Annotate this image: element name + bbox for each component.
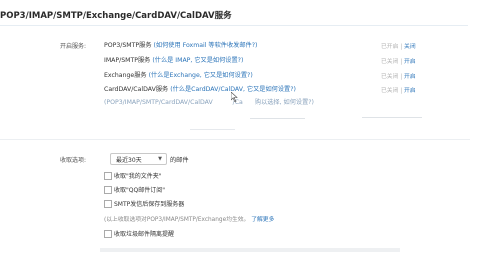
chevron-down-icon: ▼ xyxy=(158,156,162,162)
service-row-exchange: Exchange服务 (什么是Exchange, 它又是如何设置?) xyxy=(104,70,253,79)
select-suffix: 的邮件 xyxy=(170,157,189,164)
status-text: 已关闭 xyxy=(381,59,399,65)
service-row-caldav: CardDAV/CalDAV服务 (什么是CardDAV/CalDAV, 它又是… xyxy=(104,84,296,93)
status-text: 已关闭 xyxy=(381,88,399,94)
section-divider xyxy=(0,139,470,140)
partial-text: (POP3/IMAP/SMTP/CardDAV/CalDAV xyxy=(104,99,213,106)
select-value: 最近30天 xyxy=(116,157,142,164)
service-name: IMAP/SMTP服务 xyxy=(104,57,151,64)
service-status-pop3: 已开启 | 关闭 xyxy=(381,41,416,50)
service-name: POP3/SMTP服务 xyxy=(104,42,152,49)
checkbox-label: 收取"我的文件夹" xyxy=(114,173,162,180)
smudge xyxy=(250,118,305,119)
service-help-link[interactable]: (什么是Exchange, 它又是如何设置?) xyxy=(149,72,253,79)
service-partial-line: (POP3/IMAP/SMTP/CardDAV/CalDAV /Ca 购以选择,… xyxy=(104,97,314,106)
service-name: CardDAV/CalDAV服务 xyxy=(104,86,169,93)
partial-end: 购以选择, 如何设置?) xyxy=(254,99,314,106)
checkbox-label: 收取垃圾邮件隔离提醒 xyxy=(114,231,175,238)
receive-label: 收取选项: xyxy=(60,157,87,164)
toggle-link[interactable]: 开启 xyxy=(404,74,416,80)
days-select[interactable]: 最近30天 ▼ xyxy=(110,153,167,165)
service-row-pop3: POP3/SMTP服务 (如何使用 Foxmail 等软件收发邮件?) xyxy=(104,40,257,49)
learn-more-link[interactable]: 了解更多 xyxy=(251,217,274,223)
service-status-caldav: 已关闭 | 开启 xyxy=(381,85,416,94)
toggle-link[interactable]: 开启 xyxy=(404,59,416,65)
services-label: 开启服务: xyxy=(60,43,87,50)
status-text: 已关闭 xyxy=(381,74,399,80)
checkbox-my-folders[interactable] xyxy=(104,172,112,180)
service-name: Exchange服务 xyxy=(104,72,147,79)
toggle-link[interactable]: 关闭 xyxy=(404,44,416,50)
page-title: POP3/IMAP/SMTP/Exchange/CardDAV/CalDAV服务 xyxy=(0,11,232,21)
service-status-imap: 已关闭 | 开启 xyxy=(381,56,416,65)
status-separator: | xyxy=(400,88,403,94)
service-help-link[interactable]: (什么是 IMAP, 它又是如何设置?) xyxy=(152,57,243,64)
checkbox-smtp-save[interactable] xyxy=(104,200,112,208)
status-separator: | xyxy=(400,59,403,65)
mouse-cursor-icon xyxy=(231,92,238,102)
status-separator: | xyxy=(400,44,403,50)
service-help-link[interactable]: (如何使用 Foxmail 等软件收发邮件?) xyxy=(153,42,257,49)
checkbox-qq-subscription[interactable] xyxy=(104,186,112,194)
service-status-exchange: 已关闭 | 开启 xyxy=(381,71,416,80)
smudge xyxy=(362,117,422,118)
toggle-link[interactable]: 开启 xyxy=(404,88,416,94)
service-row-imap: IMAP/SMTP服务 (什么是 IMAP, 它又是如何设置?) xyxy=(104,55,243,64)
checkbox-label: 收取"QQ邮件订阅" xyxy=(114,187,165,194)
status-separator: | xyxy=(400,74,403,80)
checkbox-spam-alert[interactable] xyxy=(104,230,112,238)
title-divider xyxy=(0,25,468,26)
receive-note: (以上收取选项对POP3/IMAP/SMTP/Exchange均生效。 了解更多 xyxy=(104,214,274,223)
smudge xyxy=(190,129,235,130)
status-text: 已开启 xyxy=(381,44,399,50)
cutoff-row xyxy=(100,248,400,252)
note-text: (以上收取选项对POP3/IMAP/SMTP/Exchange均生效。 xyxy=(104,217,250,223)
checkbox-label: SMTP发信后保存到服务器 xyxy=(114,201,185,208)
